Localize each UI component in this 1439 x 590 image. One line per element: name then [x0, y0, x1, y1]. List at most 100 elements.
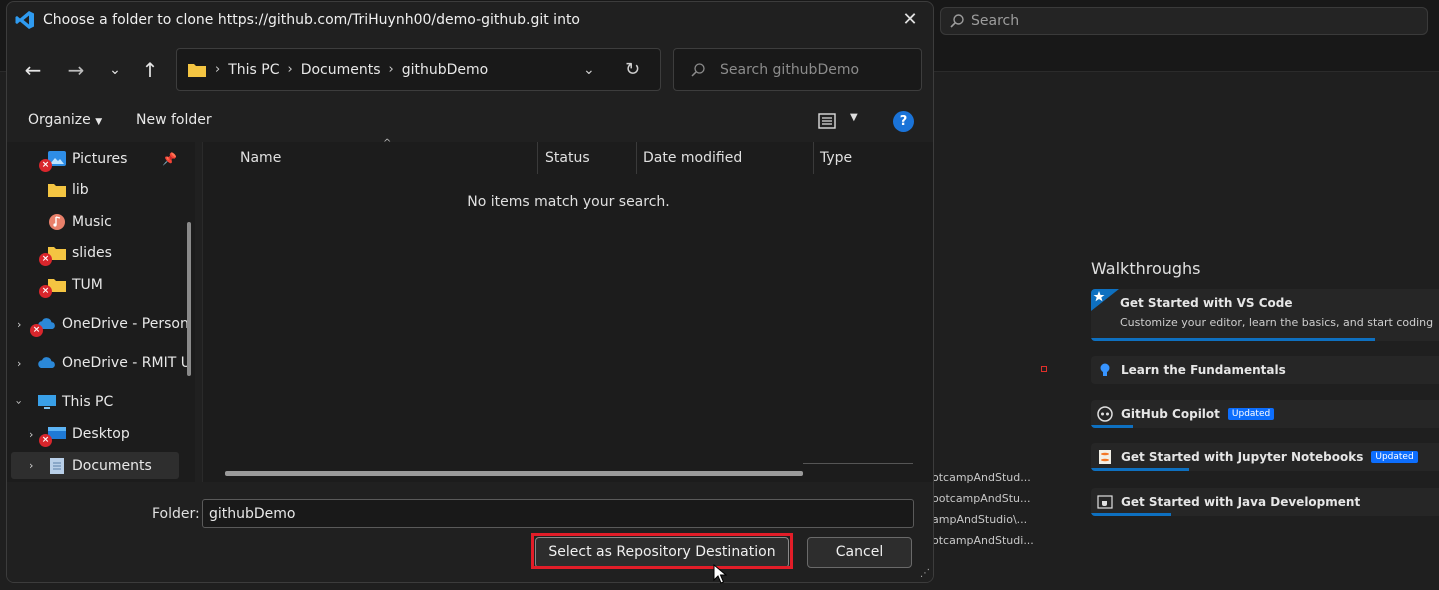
recent-path[interactable]: ootcampAndStu...: [932, 492, 1031, 505]
java-icon: [1097, 495, 1113, 509]
nav-item-desktop[interactable]: › × Desktop: [7, 420, 195, 448]
error-badge-icon: ×: [39, 434, 52, 447]
mouse-cursor-icon: [713, 564, 727, 584]
command-bar: Organize ▼ New folder ▼ ?: [7, 102, 933, 140]
refresh-icon[interactable]: ↻: [625, 59, 640, 80]
search-icon: [691, 62, 705, 77]
nav-item-pictures[interactable]: × Pictures 📌: [7, 145, 195, 173]
recent-path[interactable]: otcampAndStud...: [932, 471, 1031, 484]
walkthrough-progress: [1091, 468, 1189, 471]
error-badge-icon: ×: [39, 253, 52, 266]
column-divider[interactable]: [813, 142, 814, 174]
breadcrumb-separator-icon: ›: [388, 62, 394, 77]
walkthrough-item[interactable]: Get Started with Jupyter Notebooks Updat…: [1091, 443, 1439, 471]
nav-item-this-pc[interactable]: › This PC: [7, 388, 195, 416]
close-icon[interactable]: ✕: [899, 9, 921, 31]
breadcrumb-separator-icon: ›: [287, 62, 293, 77]
address-dropdown-chevron-icon[interactable]: ⌄: [583, 62, 595, 78]
search-placeholder: Search githubDemo: [720, 61, 860, 78]
column-header-status[interactable]: Status: [545, 150, 590, 166]
walkthrough-item[interactable]: Get Started with Java Development: [1091, 488, 1439, 516]
nav-item-documents[interactable]: › Documents: [11, 452, 179, 479]
error-badge-icon: ×: [39, 159, 52, 172]
help-icon[interactable]: ?: [893, 111, 914, 132]
dialog-title: Choose a folder to clone https://github.…: [43, 12, 580, 28]
walkthrough-item[interactable]: GitHub Copilot Updated: [1091, 400, 1439, 428]
walkthrough-title: GitHub Copilot: [1121, 407, 1220, 421]
recent-path[interactable]: otcampAndStudi...: [932, 534, 1034, 547]
chevron-down-icon[interactable]: ›: [13, 400, 26, 404]
column-header-type[interactable]: Type: [820, 150, 852, 166]
chevron-right-icon[interactable]: ›: [17, 318, 21, 331]
walkthrough-progress: [1091, 338, 1375, 341]
folder-icon: [188, 63, 206, 77]
highlight-box: [531, 533, 793, 569]
navigation-bar: ← → ⌄ ↑ › This PC › Documents › githubDe…: [7, 42, 933, 100]
error-badge-icon: ×: [30, 324, 43, 337]
chevron-right-icon[interactable]: ›: [17, 357, 21, 370]
back-arrow-icon[interactable]: ←: [19, 56, 47, 84]
breadcrumb-item[interactable]: githubDemo: [402, 62, 489, 78]
recent-path[interactable]: ampAndStudio\...: [932, 513, 1027, 526]
folder-name-input[interactable]: [202, 499, 914, 528]
folder-label: Folder:: [152, 506, 200, 522]
lightbulb-icon: [1100, 363, 1110, 376]
vscode-search-label: Search: [971, 13, 1020, 29]
nav-item-tum[interactable]: × TUM: [7, 271, 195, 299]
chevron-right-icon[interactable]: ›: [29, 428, 33, 441]
search-box[interactable]: Search githubDemo: [673, 48, 922, 91]
dialog-footer: Folder: Select as Repository Destination…: [7, 482, 933, 582]
column-header-date-modified[interactable]: Date modified: [643, 150, 742, 166]
onedrive-icon: [38, 357, 55, 368]
nav-item-slides[interactable]: × slides: [7, 239, 195, 267]
marker-dot: [1041, 366, 1047, 372]
folder-picker-dialog: Choose a folder to clone https://github.…: [6, 1, 934, 583]
file-list: ^ Name Status Date modified Type No item…: [203, 138, 933, 482]
scrollbar-track: [803, 463, 913, 464]
nav-item-lib[interactable]: lib: [7, 176, 195, 204]
updated-badge: Updated: [1227, 408, 1275, 420]
pin-icon[interactable]: 📌: [162, 152, 177, 166]
column-header-name[interactable]: Name: [240, 150, 281, 166]
walkthrough-progress: [1091, 425, 1133, 428]
cancel-button[interactable]: Cancel: [807, 537, 912, 568]
nav-item-music[interactable]: Music: [7, 208, 195, 236]
vscode-logo-icon: [15, 11, 34, 29]
organize-button[interactable]: Organize ▼: [28, 112, 102, 128]
vscode-command-search[interactable]: Search: [940, 7, 1428, 35]
walkthrough-item[interactable]: Learn the Fundamentals: [1091, 356, 1439, 384]
jupyter-icon: [1099, 450, 1111, 464]
resize-grip-icon[interactable]: ⋰: [920, 568, 930, 579]
walkthroughs-title: Walkthroughs: [1091, 259, 1201, 278]
nav-item-onedrive-personal[interactable]: › × OneDrive - Person: [7, 310, 195, 338]
walkthrough-title: Learn the Fundamentals: [1121, 363, 1286, 377]
view-dropdown-caret-icon[interactable]: ▼: [850, 112, 858, 123]
up-arrow-icon[interactable]: ↑: [136, 56, 164, 84]
walkthrough-item[interactable]: Get Started with VS Code Customize your …: [1091, 289, 1439, 341]
nav-pane-scrollbar[interactable]: [187, 222, 191, 376]
column-divider[interactable]: [537, 142, 538, 174]
view-options-icon[interactable]: [817, 111, 837, 131]
documents-icon: [50, 457, 64, 474]
walkthrough-title: Get Started with Java Development: [1121, 495, 1361, 509]
nav-item-onedrive-rmit[interactable]: › OneDrive - RMIT U: [7, 349, 195, 377]
file-list-horizontal-scrollbar[interactable]: [225, 471, 803, 476]
recent-locations-chevron-icon[interactable]: ⌄: [101, 56, 129, 84]
walkthrough-title: Get Started with Jupyter Notebooks: [1121, 450, 1364, 464]
folder-icon: [48, 184, 66, 197]
forward-arrow-icon[interactable]: →: [62, 56, 90, 84]
sort-caret-icon: ^: [383, 138, 392, 149]
breadcrumb-item[interactable]: This PC: [228, 62, 279, 78]
dialog-titlebar: Choose a folder to clone https://github.…: [7, 2, 933, 38]
pc-icon: [38, 395, 56, 409]
walkthrough-description: Customize your editor, learn the basics,…: [1120, 316, 1434, 329]
navigation-pane: × Pictures 📌 lib Music × slides × TUM › …: [7, 142, 195, 482]
column-divider[interactable]: [636, 142, 637, 174]
search-icon: [950, 14, 964, 28]
breadcrumb-item[interactable]: Documents: [301, 62, 381, 78]
updated-badge: Updated: [1371, 451, 1418, 463]
new-folder-button[interactable]: New folder: [136, 112, 212, 128]
error-badge-icon: ×: [39, 285, 52, 298]
chevron-right-icon[interactable]: ›: [29, 459, 33, 472]
copilot-icon: [1097, 406, 1113, 422]
